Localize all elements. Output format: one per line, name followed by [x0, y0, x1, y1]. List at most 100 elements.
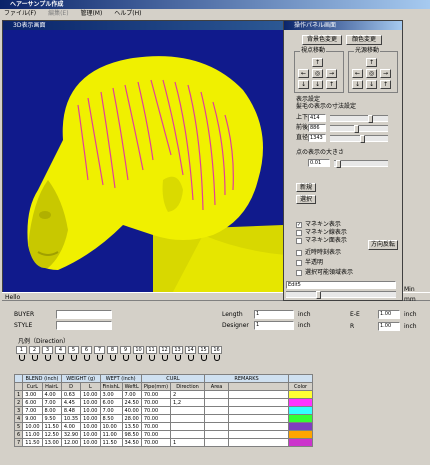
view-up-button[interactable]: ↑ — [312, 58, 323, 67]
table-cell[interactable] — [170, 414, 206, 423]
table-cell[interactable]: 7.00 — [99, 406, 123, 415]
menu-edit[interactable]: 編集(E) — [48, 10, 68, 17]
table-cell[interactable] — [204, 414, 230, 423]
table-cell[interactable]: 1,2 — [170, 398, 206, 407]
table-cell[interactable]: 2 — [170, 390, 206, 399]
view-right-button[interactable]: → — [326, 69, 337, 78]
color-swatch-cell[interactable] — [288, 438, 314, 447]
change-background-button[interactable]: 背景色変更 — [302, 35, 342, 45]
table-cell[interactable]: 4.00 — [41, 390, 62, 399]
table-cell[interactable]: 7.00 — [22, 406, 43, 415]
table-cell[interactable] — [228, 390, 290, 399]
light-up-button[interactable]: ↑ — [366, 58, 377, 67]
table-cell[interactable]: 70.00 — [140, 390, 172, 399]
table-cell[interactable]: 10.00 — [80, 414, 101, 423]
new-button[interactable]: 新規 — [296, 183, 316, 192]
slider-thumb[interactable] — [336, 160, 341, 168]
diameter-slider[interactable] — [330, 135, 388, 143]
top-bottom-slider[interactable] — [330, 115, 388, 123]
table-cell[interactable]: 70.00 — [140, 422, 172, 431]
table-cell[interactable]: 10.00 — [80, 422, 101, 431]
table-cell[interactable] — [204, 422, 230, 431]
slider-thumb[interactable] — [316, 291, 321, 299]
table-cell[interactable] — [228, 430, 290, 439]
approx-display-checkbox[interactable] — [296, 250, 302, 256]
table-cell[interactable] — [204, 438, 230, 447]
table-cell[interactable]: 70.00 — [140, 438, 172, 447]
selectable-area-checkbox[interactable] — [296, 270, 302, 276]
table-cell[interactable] — [204, 406, 230, 415]
style-input[interactable] — [56, 321, 112, 330]
light-left-button[interactable]: ← — [352, 69, 363, 78]
table-cell[interactable]: 10.00 — [99, 422, 123, 431]
table-cell[interactable]: 7.00 — [121, 390, 142, 399]
view-down-right-button[interactable]: ↑ — [326, 80, 337, 89]
table-cell[interactable]: 8.48 — [60, 406, 82, 415]
table-cell[interactable]: 3.00 — [22, 390, 43, 399]
table-cell[interactable]: 3.00 — [99, 390, 123, 399]
table-cell[interactable]: 28.00 — [121, 414, 142, 423]
table-cell[interactable]: 40.00 — [121, 406, 142, 415]
table-row[interactable]: 4 9.00 9.50 10.35 10.00 8.50 28.00 70.00 — [13, 414, 314, 423]
table-cell[interactable]: 70.00 — [140, 398, 172, 407]
table-cell[interactable]: 0.63 — [60, 390, 82, 399]
table-cell[interactable] — [228, 398, 290, 407]
table-cell[interactable]: 6.00 — [22, 398, 43, 407]
table-cell[interactable]: 10.00 — [80, 430, 101, 439]
table-row[interactable]: 2 6.00 7.00 4.45 10.00 6.00 24.50 70.00 1,2 — [13, 398, 314, 407]
bottom-slider[interactable] — [286, 291, 396, 299]
view-center-button[interactable]: ◎ — [312, 69, 323, 78]
buyer-input[interactable] — [56, 310, 112, 319]
length-input[interactable]: 1 — [254, 310, 294, 319]
table-row[interactable]: 3 7.00 8.00 8.48 10.00 7.00 40.00 70.00 — [13, 406, 314, 415]
light-down-button[interactable]: ↓ — [366, 80, 377, 89]
designer-input[interactable]: 1 — [254, 321, 294, 330]
menu-help[interactable]: ヘルプ(H) — [114, 10, 141, 17]
table-row[interactable]: 5 10.00 11.50 4.00 10.00 10.00 13.50 70.00 — [13, 422, 314, 431]
table-cell[interactable]: 11.00 — [22, 430, 43, 439]
table-cell[interactable]: 9.50 — [41, 414, 62, 423]
table-cell[interactable]: 70.00 — [140, 430, 172, 439]
table-cell[interactable]: 1 — [170, 438, 206, 447]
change-face-color-button[interactable]: 顔色変更 — [346, 35, 382, 45]
mannequin-face-checkbox[interactable] — [296, 238, 302, 244]
dot-size-slider[interactable] — [334, 160, 388, 168]
table-cell[interactable]: 11.50 — [22, 438, 43, 447]
table-cell[interactable] — [228, 422, 290, 431]
table-cell[interactable]: 11.00 — [99, 430, 123, 439]
table-cell[interactable]: 10.00 — [80, 390, 101, 399]
table-cell[interactable]: 24.50 — [121, 398, 142, 407]
color-swatch-cell[interactable] — [288, 398, 314, 407]
table-cell[interactable]: 13.00 — [41, 438, 62, 447]
table-cell[interactable]: 10.00 — [80, 438, 101, 447]
table-cell[interactable]: 32.90 — [60, 430, 82, 439]
color-swatch-cell[interactable] — [288, 414, 314, 423]
color-swatch-cell[interactable] — [288, 422, 314, 431]
table-row[interactable]: 1 3.00 4.00 0.63 10.00 3.00 7.00 70.00 2 — [13, 390, 314, 399]
table-cell[interactable]: 12.50 — [41, 430, 62, 439]
select-button[interactable]: 選択 — [296, 195, 316, 204]
table-cell[interactable]: 13.50 — [121, 422, 142, 431]
menu-file[interactable]: ファイル(F) — [4, 10, 36, 17]
table-cell[interactable] — [170, 430, 206, 439]
table-cell[interactable]: 98.50 — [121, 430, 142, 439]
table-cell[interactable]: 10.00 — [80, 406, 101, 415]
table-cell[interactable]: 10.00 — [80, 398, 101, 407]
light-down-right-button[interactable]: ↑ — [380, 80, 391, 89]
front-back-input[interactable]: 886 — [308, 124, 326, 132]
light-down-left-button[interactable]: ↓ — [352, 80, 363, 89]
table-cell[interactable] — [228, 438, 290, 447]
table-cell[interactable]: 4.45 — [60, 398, 82, 407]
mannequin-show-checkbox[interactable]: ✓ — [296, 222, 302, 228]
slider-thumb[interactable] — [360, 135, 365, 143]
table-cell[interactable]: 6.00 — [99, 398, 123, 407]
color-swatch-cell[interactable] — [288, 406, 314, 415]
front-back-slider[interactable] — [330, 125, 388, 133]
light-right-button[interactable]: → — [380, 69, 391, 78]
table-cell[interactable]: 10.35 — [60, 414, 82, 423]
table-cell[interactable]: 11.50 — [41, 422, 62, 431]
table-cell[interactable]: 8.50 — [99, 414, 123, 423]
light-center-button[interactable]: ◎ — [366, 69, 377, 78]
table-cell[interactable] — [228, 414, 290, 423]
table-cell[interactable] — [170, 406, 206, 415]
